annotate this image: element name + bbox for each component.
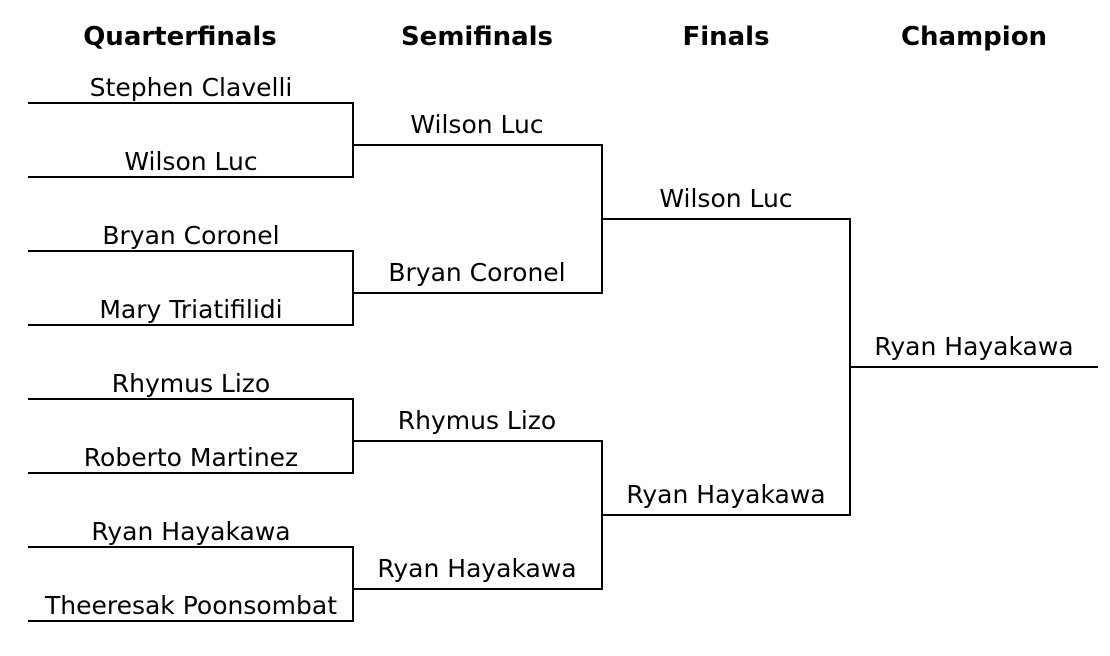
qf-player-4: Mary Triatifilidi — [99, 295, 283, 324]
qf-player-3: Bryan Coronel — [102, 221, 280, 250]
sf-player-2: Bryan Coronel — [388, 258, 566, 287]
qf-player-8: Theeresak Poonsombat — [44, 591, 338, 620]
header-semifinals: Semifinals — [400, 22, 554, 52]
qf-player-2: Wilson Luc — [124, 147, 258, 176]
sf-player-3: Rhymus Lizo — [397, 406, 557, 435]
qf-player-6: Roberto Martinez — [83, 443, 299, 472]
header-quarterfinals: Quarterfinals — [83, 22, 277, 52]
tournament-bracket: Quarterfinals Semifinals Finals Champion… — [0, 0, 1110, 656]
qf-player-7: Ryan Hayakawa — [91, 517, 291, 546]
qf-player-5: Rhymus Lizo — [111, 369, 271, 398]
header-champion: Champion — [900, 22, 1048, 52]
sf-player-4: Ryan Hayakawa — [377, 554, 577, 583]
sf-player-1: Wilson Luc — [410, 110, 544, 139]
champion-player: Ryan Hayakawa — [874, 332, 1074, 361]
final-player-1: Wilson Luc — [659, 184, 793, 213]
header-finals: Finals — [682, 22, 770, 52]
qf-player-1: Stephen Clavelli — [89, 73, 293, 102]
final-player-2: Ryan Hayakawa — [626, 480, 826, 509]
